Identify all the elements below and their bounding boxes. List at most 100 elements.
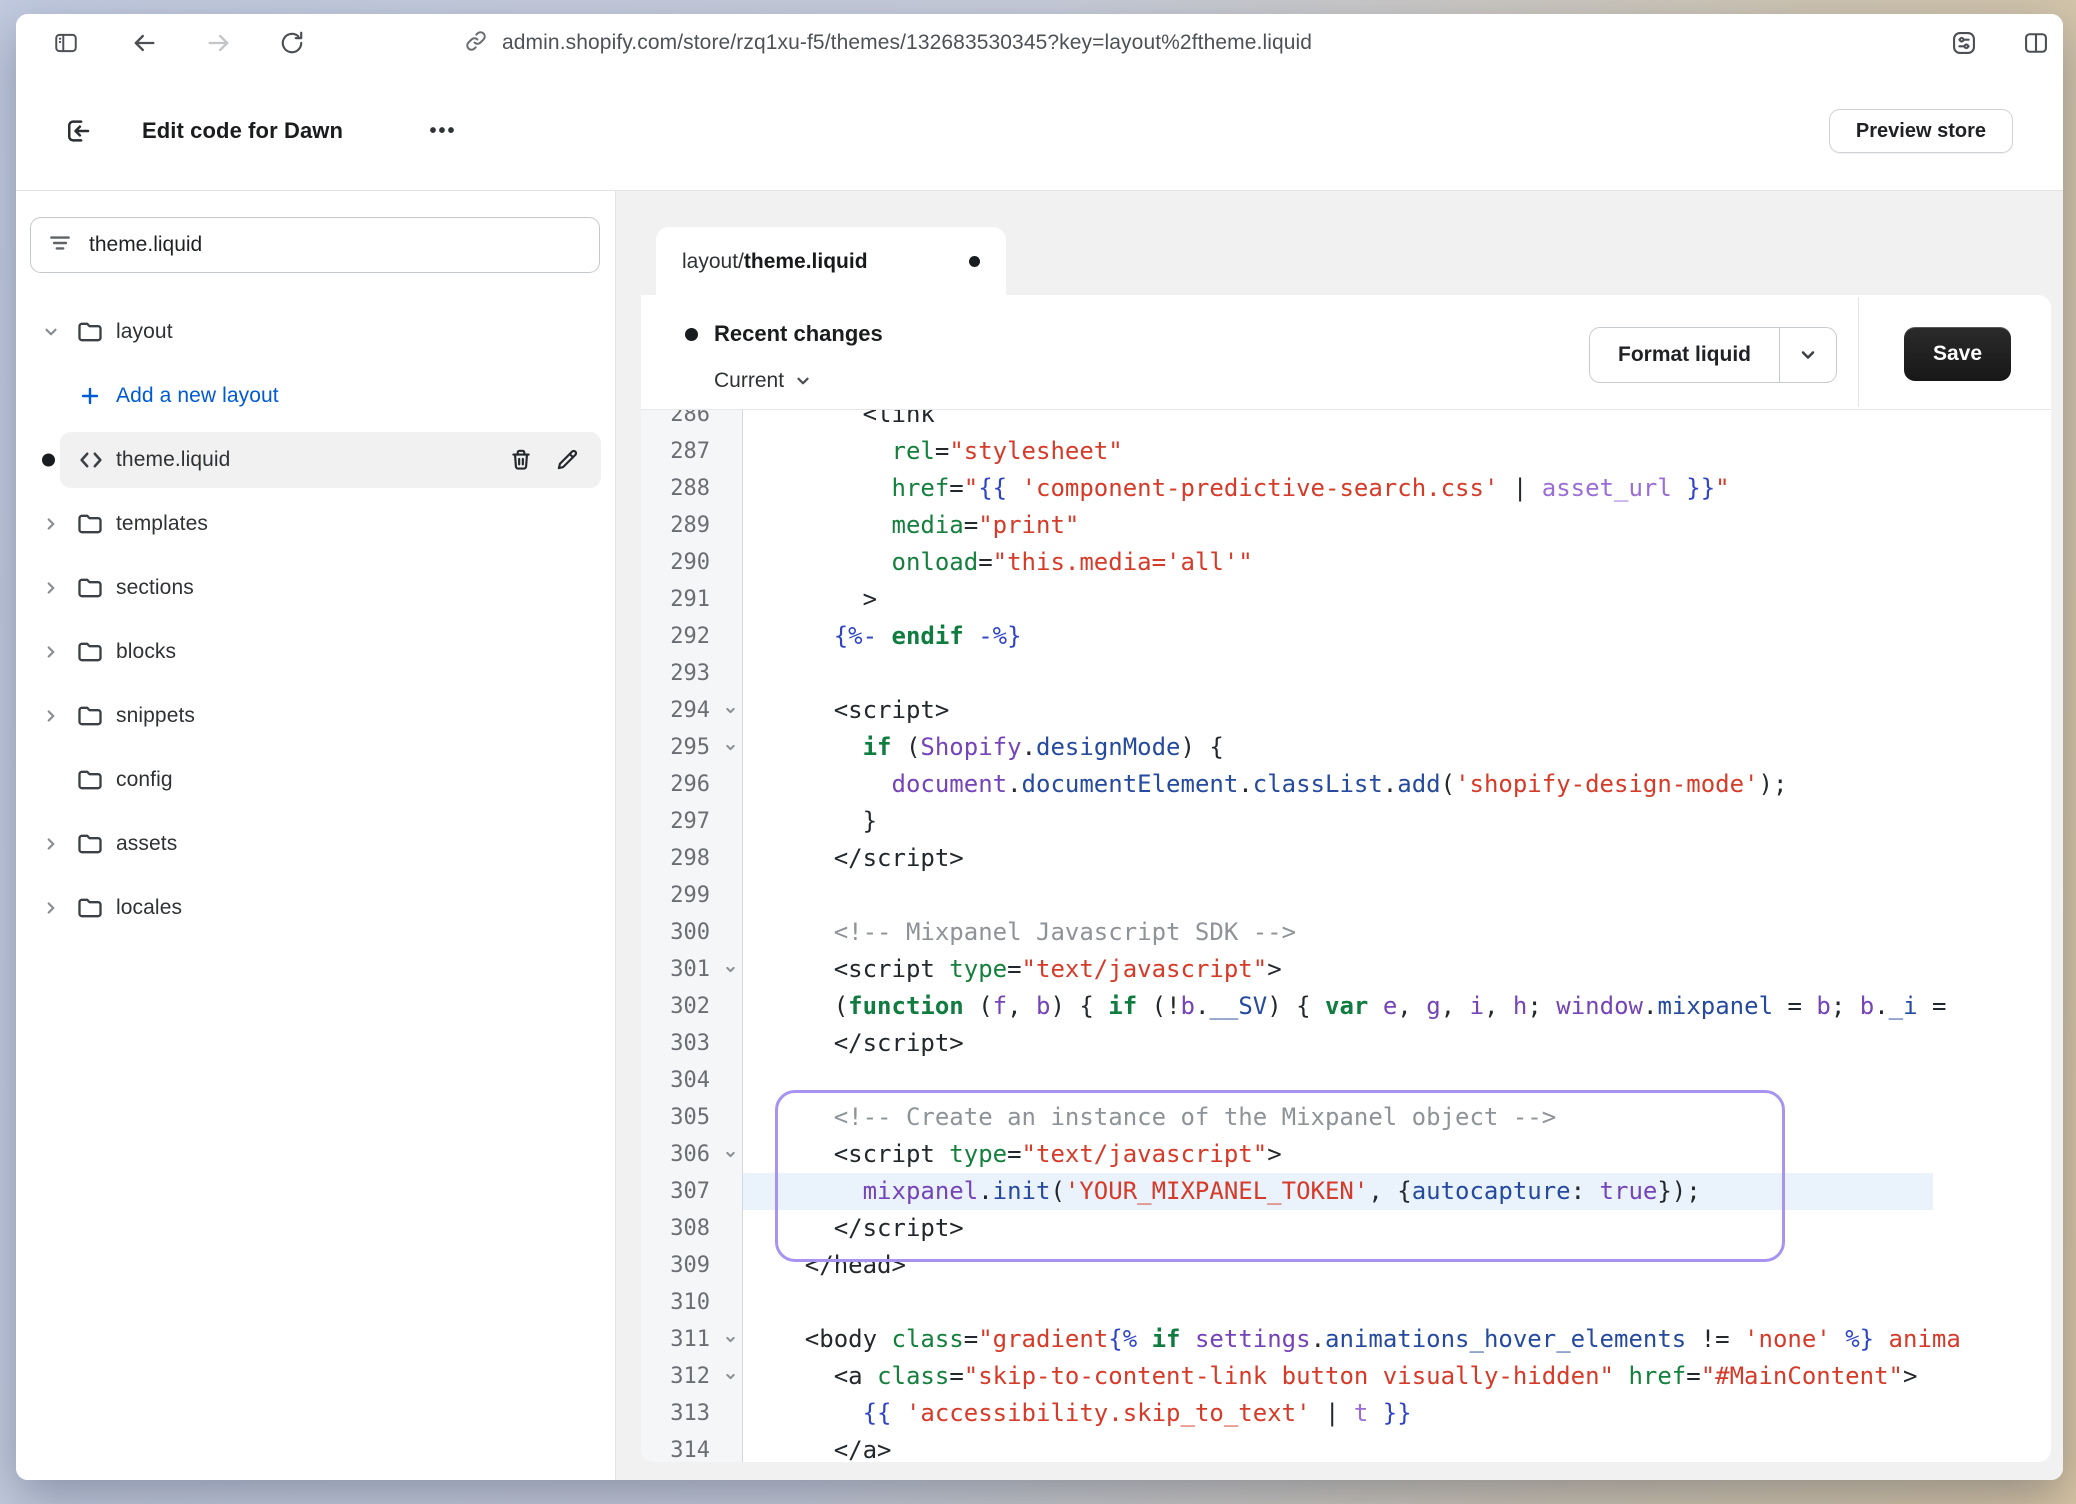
- line-number-gutter: 300: [641, 914, 743, 951]
- fold-chevron-icon[interactable]: [718, 1136, 742, 1173]
- fold-chevron-icon[interactable]: [718, 692, 742, 729]
- split-view-icon[interactable]: [2016, 23, 2056, 63]
- exit-editor-icon[interactable]: [56, 109, 100, 153]
- delete-file-icon[interactable]: [503, 442, 539, 478]
- tab-path-prefix: layout/: [682, 250, 744, 274]
- tree-item-templates[interactable]: templates: [30, 492, 601, 556]
- folder-icon: [76, 510, 116, 538]
- line-number-gutter: 306: [641, 1136, 743, 1173]
- code-line[interactable]: 313 {{ 'accessibility.skip_to_text' | t …: [641, 1395, 2051, 1432]
- code-editor[interactable]: 286 <link287 rel="stylesheet"288 href="{…: [641, 410, 2051, 1462]
- chevron-icon[interactable]: [42, 707, 76, 725]
- file-tree: layout Add a new layout theme.liquid templa…: [30, 300, 601, 940]
- line-number-gutter: 289: [641, 507, 743, 544]
- line-number-gutter: 307: [641, 1173, 743, 1210]
- code-line[interactable]: 293: [641, 655, 2051, 692]
- code-line[interactable]: 312 <a class="skip-to-content-link butto…: [641, 1358, 2051, 1395]
- line-number-gutter: 287: [641, 433, 743, 470]
- tree-item-config[interactable]: config: [30, 748, 601, 812]
- code-line[interactable]: 301 <script type="text/javascript">: [641, 951, 2051, 988]
- forward-icon[interactable]: [199, 23, 239, 63]
- code-line[interactable]: 289 media="print": [641, 507, 2051, 544]
- filter-icon: [47, 230, 73, 261]
- tree-item-sections[interactable]: sections: [30, 556, 601, 620]
- code-line[interactable]: 290 onload="this.media='all'": [641, 544, 2051, 581]
- header-divider: [1858, 297, 1859, 407]
- format-dropdown-arrow[interactable]: [1779, 328, 1836, 382]
- tab-file-name: theme.liquid: [744, 250, 868, 274]
- more-actions-button[interactable]: •••: [416, 113, 470, 149]
- code-line[interactable]: 286 <link: [641, 410, 2051, 433]
- code-line[interactable]: 303 </script>: [641, 1025, 2051, 1062]
- back-icon[interactable]: [124, 23, 164, 63]
- folder-icon: [76, 574, 116, 602]
- save-button[interactable]: Save: [1904, 327, 2011, 381]
- code-line[interactable]: 309 </head>: [641, 1247, 2051, 1284]
- tree-item-label: theme.liquid: [116, 448, 230, 472]
- code-lines: 286 <link287 rel="stylesheet"288 href="{…: [641, 410, 2051, 1462]
- code-line[interactable]: 295 if (Shopify.designMode) {: [641, 729, 2051, 766]
- fold-chevron-icon[interactable]: [718, 951, 742, 988]
- preview-store-button[interactable]: Preview store: [1829, 109, 2013, 153]
- chevron-icon[interactable]: [42, 643, 76, 661]
- fold-chevron-icon[interactable]: [718, 1358, 742, 1395]
- code-line[interactable]: 287 rel="stylesheet": [641, 433, 2051, 470]
- tree-item-locales[interactable]: locales: [30, 876, 601, 940]
- code-line[interactable]: 302 (function (f, b) { if (!b.__SV) { va…: [641, 988, 2051, 1025]
- code-line[interactable]: 288 href="{{ 'component-predictive-searc…: [641, 470, 2051, 507]
- unsaved-dot-icon: [969, 256, 980, 267]
- code-line[interactable]: 310: [641, 1284, 2051, 1321]
- code-line[interactable]: 291 >: [641, 581, 2051, 618]
- fold-chevron-icon[interactable]: [718, 1321, 742, 1358]
- tree-item-label: layout: [116, 320, 173, 344]
- line-number-gutter: 297: [641, 803, 743, 840]
- code-line[interactable]: 306 <script type="text/javascript">: [641, 1136, 2051, 1173]
- line-number-gutter: 302: [641, 988, 743, 1025]
- app-header: Edit code for Dawn ••• Preview store: [16, 72, 2063, 191]
- chevron-icon[interactable]: [42, 835, 76, 853]
- address-bar[interactable]: admin.shopify.com/store/rzq1xu-f5/themes…: [464, 14, 1312, 72]
- tree-action-add-layout[interactable]: Add a new layout: [30, 364, 601, 428]
- page-settings-icon[interactable]: [1944, 23, 1984, 63]
- tab-theme-liquid[interactable]: layout/theme.liquid: [656, 227, 1006, 296]
- chevron-icon[interactable]: [42, 515, 76, 533]
- reload-icon[interactable]: [272, 23, 312, 63]
- code-line[interactable]: 298 </script>: [641, 840, 2051, 877]
- fold-chevron-icon[interactable]: [718, 729, 742, 766]
- editor-panel-header: Recent changes Current Format liquid Sav…: [641, 295, 2051, 410]
- editor-panel: Recent changes Current Format liquid Sav…: [641, 295, 2051, 1462]
- chevron-icon[interactable]: [42, 899, 76, 917]
- line-number-gutter: 295: [641, 729, 743, 766]
- file-search-input[interactable]: [87, 232, 583, 258]
- code-line[interactable]: 296 document.documentElement.classList.a…: [641, 766, 2051, 803]
- code-line[interactable]: 300 <!-- Mixpanel Javascript SDK -->: [641, 914, 2051, 951]
- code-line[interactable]: 292 {%- endif -%}: [641, 618, 2051, 655]
- rename-file-icon[interactable]: [549, 442, 585, 478]
- tree-item-theme-liquid[interactable]: theme.liquid: [30, 428, 601, 492]
- format-liquid-button[interactable]: Format liquid: [1589, 327, 1837, 383]
- version-dropdown[interactable]: Current: [714, 369, 812, 393]
- code-line[interactable]: 307 mixpanel.init('YOUR_MIXPANEL_TOKEN',…: [641, 1173, 2051, 1210]
- line-number-gutter: 298: [641, 840, 743, 877]
- chevron-icon[interactable]: [42, 323, 76, 341]
- code-line[interactable]: 311 <body class="gradient{% if settings.…: [641, 1321, 2051, 1358]
- unsaved-dot-icon: [42, 454, 55, 467]
- code-line[interactable]: 314 </a>: [641, 1432, 2051, 1462]
- code-line[interactable]: 308 </script>: [641, 1210, 2051, 1247]
- tree-item-assets[interactable]: assets: [30, 812, 601, 876]
- code-line[interactable]: 299: [641, 877, 2051, 914]
- tree-item-layout[interactable]: layout: [30, 300, 601, 364]
- tree-item-blocks[interactable]: blocks: [30, 620, 601, 684]
- tree-item-label: assets: [116, 832, 177, 856]
- recent-changes-dot-icon: [685, 328, 698, 341]
- browser-toolbar: admin.shopify.com/store/rzq1xu-f5/themes…: [16, 14, 2063, 73]
- code-line[interactable]: 304: [641, 1062, 2051, 1099]
- code-line[interactable]: 305 <!-- Create an instance of the Mixpa…: [641, 1099, 2051, 1136]
- chevron-icon[interactable]: [42, 579, 76, 597]
- folder-icon: [76, 318, 116, 346]
- file-search-box[interactable]: [30, 217, 600, 273]
- tree-item-snippets[interactable]: snippets: [30, 684, 601, 748]
- code-line[interactable]: 294 <script>: [641, 692, 2051, 729]
- code-line[interactable]: 297 }: [641, 803, 2051, 840]
- sidebar-toggle-icon[interactable]: [46, 23, 86, 63]
